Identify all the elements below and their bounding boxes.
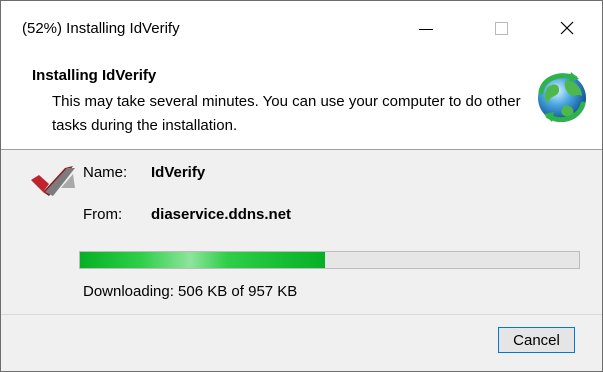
from-label: From: xyxy=(83,206,123,223)
checkmark-icon xyxy=(31,166,75,196)
download-progress-bar xyxy=(79,251,580,269)
header-title: Installing IdVerify xyxy=(32,67,157,84)
window-title: (52%) Installing IdVerify xyxy=(22,20,180,37)
globe-refresh-icon xyxy=(538,72,586,122)
close-icon xyxy=(560,21,574,35)
close-button[interactable] xyxy=(544,1,590,55)
header-panel: Installing IdVerify This may take severa… xyxy=(1,55,602,150)
installer-window: (52%) Installing IdVerify Installing IdV… xyxy=(0,0,603,372)
name-label: Name: xyxy=(83,164,128,181)
name-value: IdVerify xyxy=(151,164,206,181)
progress-fill xyxy=(80,252,325,268)
header-description: This may take several minutes. You can u… xyxy=(52,93,521,134)
download-status: Downloading: 506 KB of 957 KB xyxy=(83,283,298,300)
title-bar[interactable]: (52%) Installing IdVerify xyxy=(1,1,602,55)
details-panel: Name: IdVerify From: diaservice.ddns.net… xyxy=(1,150,602,314)
maximize-button[interactable] xyxy=(478,1,524,55)
minimize-icon xyxy=(419,28,433,30)
cancel-button[interactable]: Cancel xyxy=(498,327,575,353)
from-value: diaservice.ddns.net xyxy=(151,206,292,223)
maximize-icon xyxy=(494,21,508,35)
footer: Cancel xyxy=(1,314,602,371)
minimize-button[interactable] xyxy=(403,1,449,55)
